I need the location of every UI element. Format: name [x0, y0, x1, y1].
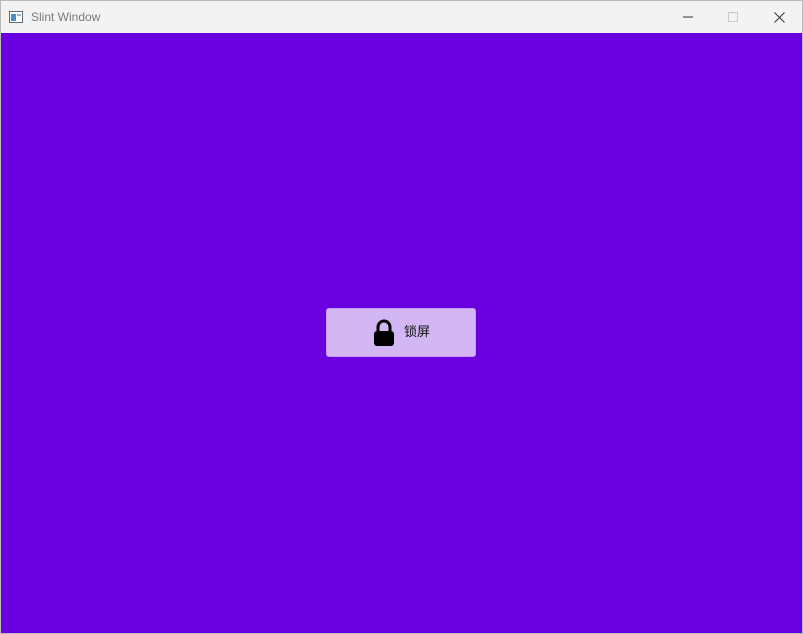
- lock-icon: [373, 319, 394, 346]
- main-content: 锁屏: [1, 33, 802, 633]
- minimize-button[interactable]: [665, 1, 711, 33]
- app-window: Slint Window 锁屏: [0, 0, 803, 634]
- maximize-icon: [728, 12, 738, 22]
- title-bar[interactable]: Slint Window: [1, 1, 802, 33]
- lock-screen-label: 锁屏: [403, 324, 430, 340]
- window-app-icon: [9, 11, 23, 23]
- lock-screen-button[interactable]: 锁屏: [326, 308, 476, 357]
- window-title: Slint Window: [31, 10, 101, 24]
- close-button[interactable]: [756, 1, 802, 33]
- minimize-icon: [683, 16, 693, 18]
- maximize-button[interactable]: [710, 1, 756, 33]
- close-icon: [773, 11, 785, 23]
